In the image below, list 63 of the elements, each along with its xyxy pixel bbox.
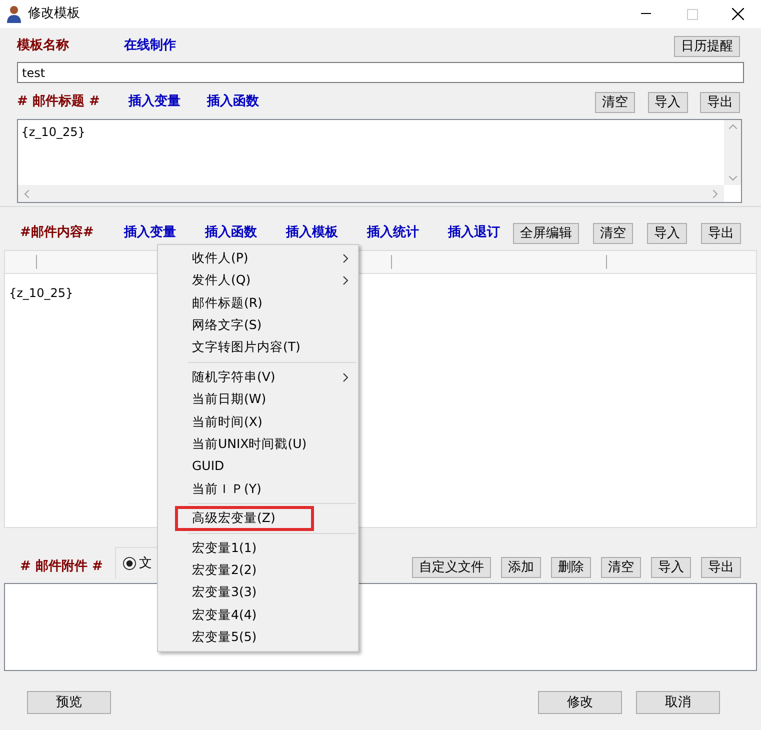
maximize-icon [686,8,698,20]
menu-item[interactable]: 发件人(Q) [158,269,358,292]
footer-button[interactable]: 预览 [27,691,111,714]
insert-link[interactable]: 插入变量 [128,92,180,112]
toolbar-button[interactable]: 清空 [595,92,635,112]
section-label: # 邮件附件 # [20,558,103,576]
close-icon [732,8,744,20]
menu-item[interactable]: 宏变量2(2) [158,559,358,582]
menu-item[interactable]: 高级宏变量(Z) [176,507,313,530]
radio-option[interactable]: 文 [122,554,152,574]
insert-link[interactable]: 插入变量 [124,223,176,243]
scroll-left-icon[interactable] [24,190,29,198]
footer-button[interactable]: 修改 [538,691,622,714]
toolbar-button[interactable]: 导出 [701,222,741,244]
menu-item[interactable]: 当前日期(W) [158,388,358,411]
menu-item[interactable]: 网络文字(S) [158,314,358,337]
scroll-up-icon[interactable] [728,124,736,129]
menu-item[interactable]: 邮件标题(R) [158,292,358,314]
menu-item[interactable]: 收件人(P) [158,247,358,270]
menu-item[interactable]: 当前UNIX时间戳(U) [158,433,358,456]
vertical-scrollbar[interactable] [724,120,741,185]
toolbar-button[interactable]: 全屏编辑 [513,222,579,244]
field-label: 模板名称 [17,37,69,56]
insert-link[interactable]: 插入函数 [206,92,259,112]
section-label: # 邮件标题 # [17,93,100,112]
menu-item[interactable]: 宏变量3(3) [158,581,358,604]
radio-button[interactable] [122,557,136,570]
window-title: 修改模板 [28,5,80,24]
section-label: #邮件内容# [20,224,94,242]
menu-item[interactable]: 宏变量5(5) [158,626,358,649]
scroll-down-icon[interactable] [728,176,736,181]
toolbar-button[interactable]: 自定义文件 [412,556,491,578]
toolbar-button[interactable]: 添加 [501,556,541,578]
menu-item[interactable]: 当前时间(X) [158,410,358,434]
toolbar-button[interactable]: 清空 [593,222,633,244]
scroll-right-icon[interactable] [713,190,718,198]
horizontal-scrollbar[interactable] [18,185,724,202]
toolbar-button[interactable]: 导入 [647,222,687,244]
menu-item[interactable]: 文字转图片内容(T) [158,336,358,359]
insert-link[interactable]: 插入函数 [204,223,257,243]
template-name-field[interactable]: test [17,62,744,83]
menu-item[interactable]: 宏变量1(1) [158,536,358,560]
menu-item[interactable]: 当前ＩＰ(Y) [158,478,358,500]
toolbar-button[interactable]: 导出 [701,556,741,578]
menu-item[interactable]: 宏变量4(4) [158,604,358,626]
toolbar-button[interactable]: 导出 [700,92,740,112]
calendar-button[interactable]: 日历提醒 [674,36,740,56]
insert-link[interactable]: 插入模板 [286,223,338,243]
toolbar-button[interactable]: 清空 [601,556,641,578]
user-icon [6,5,22,23]
menu-item[interactable]: GUID [158,456,358,478]
toolbar-button[interactable]: 删除 [551,556,591,578]
subject-field[interactable]: {z_10_25} [17,119,742,203]
toolbar-button[interactable]: 导入 [648,92,688,112]
insert-link[interactable]: 插入退订 [448,223,500,243]
insert-link[interactable]: 插入统计 [366,223,419,243]
toolbar-button[interactable]: 导入 [651,556,691,578]
online-create-link[interactable]: 在线制作 [124,36,176,56]
footer-button[interactable]: 取消 [636,691,720,714]
subject-text: {z_10_25} [20,124,86,142]
menu-item[interactable]: 随机字符串(V) [158,366,358,388]
minimize-icon [641,13,651,15]
content-text: {z_10_25} [9,286,74,300]
